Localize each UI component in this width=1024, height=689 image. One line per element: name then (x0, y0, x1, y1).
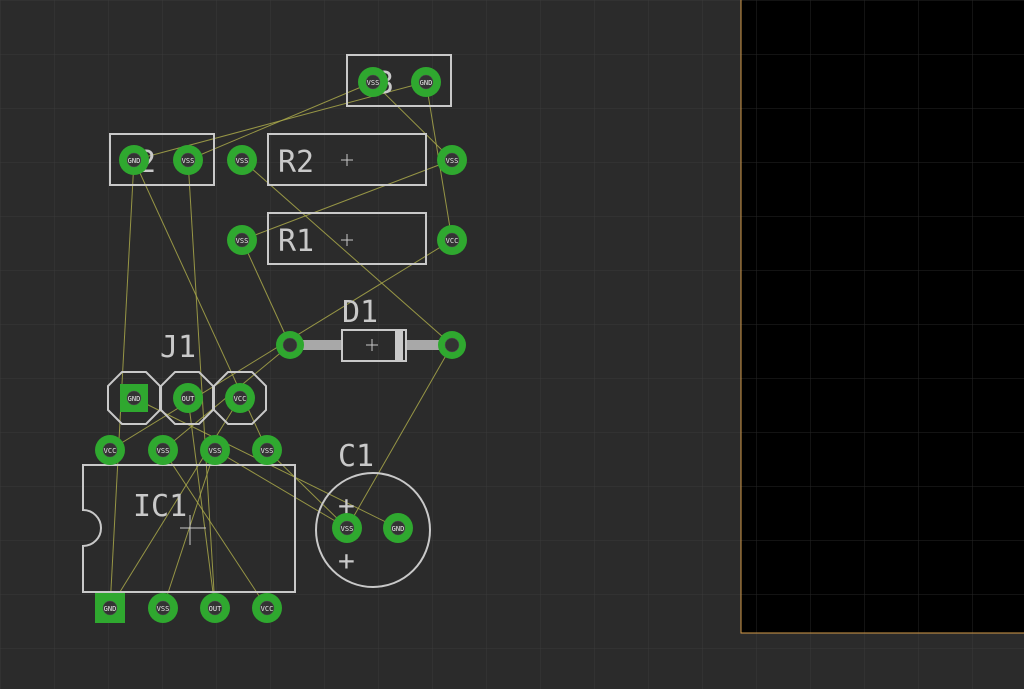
ic1-pin-6-net: VSS (209, 447, 222, 455)
j1-pad-1-net: GND (128, 395, 141, 403)
r1-pad-2-net: VCC (446, 237, 459, 245)
d1-pad-2[interactable] (438, 331, 466, 359)
board-grid (741, 0, 1024, 633)
j1-pad-2[interactable]: OUT (173, 383, 203, 413)
ic1-pin-2-net: VSS (157, 605, 170, 613)
r1-pad-1-net: VSS (236, 237, 249, 245)
c3-pad-2-net: GND (420, 79, 433, 87)
c2-pad-1-net: GND (128, 157, 141, 165)
r2-pad-2-net: VSS (446, 157, 459, 165)
ic1-pin-5[interactable]: VSS (252, 435, 282, 465)
c1-pad-2-net: GND (392, 525, 405, 533)
r2-reference: R2 (278, 145, 314, 180)
j1-pad-1[interactable]: GND (120, 384, 148, 412)
ic1-pin-7-net: VSS (157, 447, 170, 455)
ic1-pin-3-net: OUT (209, 605, 222, 613)
c1-reference: C1 (338, 439, 374, 474)
c2-pad-2[interactable]: VSS (173, 145, 203, 175)
ic1-pin-2[interactable]: VSS (148, 593, 178, 623)
ic1-pin-8-net: VCC (104, 447, 117, 455)
pcb-canvas[interactable]: C3 VSS GND C2 GND VSS R2 VSS (0, 0, 1024, 689)
c2-pad-2-net: VSS (182, 157, 195, 165)
d1-reference: D1 (342, 295, 378, 330)
d1-pad-1[interactable] (276, 331, 304, 359)
ic1-reference: IC1 (133, 489, 187, 524)
c1-pad-2[interactable]: GND (383, 513, 413, 543)
r2-pad-1-net: VSS (236, 157, 249, 165)
r1-pad-1[interactable]: VSS (227, 225, 257, 255)
j1-pad-2-net: OUT (182, 395, 195, 403)
r1-reference: R1 (278, 224, 314, 259)
c1-pad-1-net: VSS (341, 525, 354, 533)
r2-pad-1[interactable]: VSS (227, 145, 257, 175)
c3-pad-2[interactable]: GND (411, 67, 441, 97)
c1-pad-1[interactable]: VSS (332, 513, 362, 543)
ic1-pin-1-net: GND (104, 605, 117, 613)
j1-pad-3-net: VCC (234, 395, 247, 403)
r2-pad-2[interactable]: VSS (437, 145, 467, 175)
ic1-pin-4-net: VCC (261, 605, 274, 613)
ic1-pin-4[interactable]: VCC (252, 593, 282, 623)
r1-pad-2[interactable]: VCC (437, 225, 467, 255)
ic1-pin-8[interactable]: VCC (95, 435, 125, 465)
j1-reference: J1 (160, 330, 196, 365)
ic1-pin-6[interactable]: VSS (200, 435, 230, 465)
j1-pad-3[interactable]: VCC (225, 383, 255, 413)
c2-pad-1[interactable]: GND (119, 145, 149, 175)
ic1-pin-7[interactable]: VSS (148, 435, 178, 465)
ic1-pin-5-net: VSS (261, 447, 274, 455)
ic1-pin-1[interactable]: GND (95, 593, 125, 623)
ic1-pin-3[interactable]: OUT (200, 593, 230, 623)
c3-pad-1-net: VSS (367, 79, 380, 87)
c1-plus-bottom: + (338, 544, 355, 577)
c3-pad-1[interactable]: VSS (358, 67, 388, 97)
